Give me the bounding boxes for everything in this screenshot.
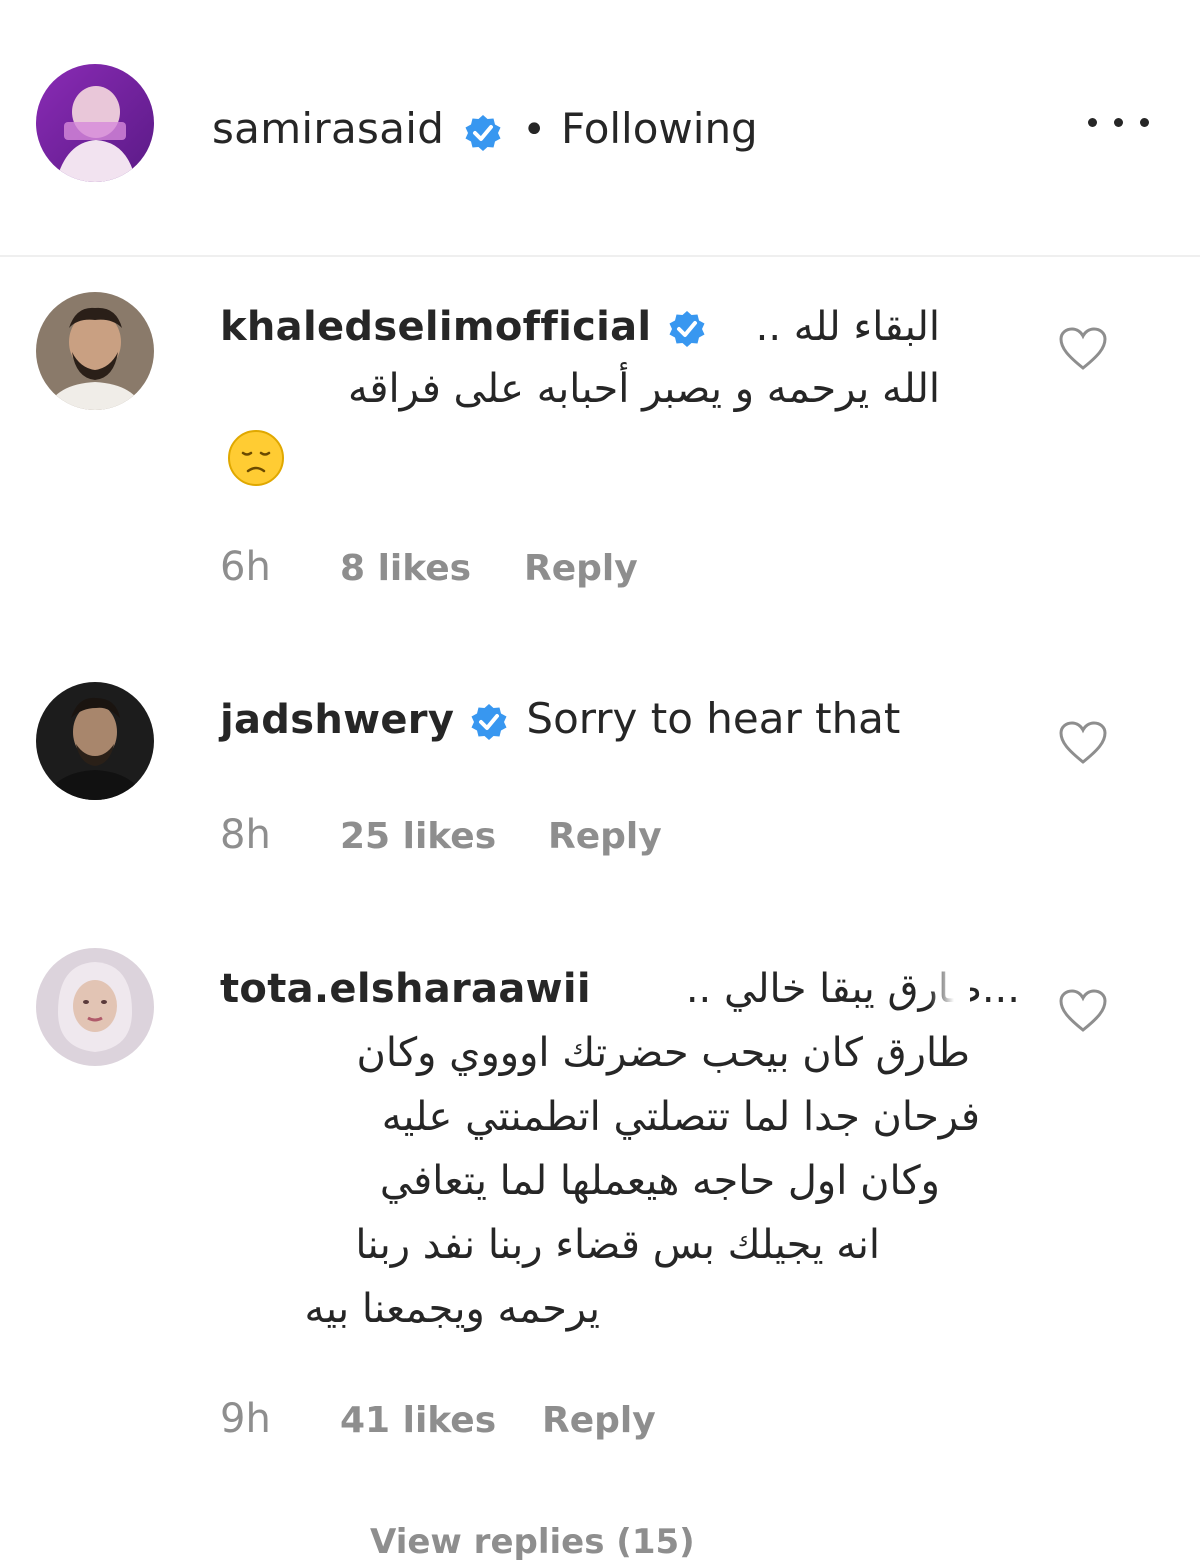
- header-title-row: samirasaid • Following: [212, 104, 758, 157]
- more-options-icon[interactable]: [1084, 108, 1154, 138]
- comment-text-line: وكان اول حاجه هيعملها لما يتعافي: [379, 1158, 940, 1204]
- post-header: samirasaid • Following: [0, 0, 1200, 256]
- comment-text: Sorry to hear that: [526, 694, 901, 743]
- comment-text-line: الله يرحمه و يصبر أحبابه على فراقه: [347, 366, 940, 412]
- comment-time: 8h: [220, 812, 271, 858]
- comment-likes[interactable]: 8 likes: [340, 548, 471, 589]
- verified-badge-icon: [469, 702, 509, 746]
- comment-likes[interactable]: 41 likes: [340, 1400, 496, 1441]
- separator-dot: •: [522, 107, 546, 153]
- avatar-khaledselimofficial[interactable]: [36, 292, 154, 410]
- avatar-jadshwery[interactable]: [36, 682, 154, 800]
- disappointed-face-emoji: [226, 428, 286, 488]
- reply-button[interactable]: Reply: [542, 1400, 656, 1441]
- reply-button[interactable]: Reply: [548, 816, 662, 857]
- comment-text-line: طارق كان بيحب حضرتك اوووي وكان: [356, 1030, 970, 1076]
- avatar-samirasaid[interactable]: [36, 64, 154, 182]
- verified-badge-icon: [463, 113, 503, 157]
- comment-text-line: البقاء لله ..: [755, 304, 940, 350]
- comment-username[interactable]: khaledselimofficial: [220, 304, 651, 350]
- comment-text-line: انه يجيلك بس قضاء ربنا نفد ربنا: [355, 1222, 880, 1268]
- header-username[interactable]: samirasaid: [212, 104, 444, 153]
- like-heart-icon[interactable]: [1058, 988, 1108, 1034]
- reply-button[interactable]: Reply: [524, 548, 638, 589]
- like-heart-icon[interactable]: [1058, 720, 1108, 766]
- comment-username[interactable]: jadshwery: [220, 697, 454, 743]
- comment-text-line: يرحمه ويجمعنا بيه: [304, 1286, 600, 1332]
- comment-1-header: khaledselimofficial: [220, 304, 707, 353]
- comment-text-line: فرحان جدا لما تتصلتي اتطمنتي عليه: [381, 1094, 980, 1140]
- header-divider: [0, 255, 1200, 257]
- comment-likes[interactable]: 25 likes: [340, 816, 496, 857]
- following-button[interactable]: Following: [561, 104, 758, 153]
- avatar-tota-elsharaawii[interactable]: [36, 948, 154, 1066]
- comment-2-header: jadshwery Sorry to hear that: [220, 694, 900, 746]
- comment-username[interactable]: tota.elsharaawii: [220, 966, 591, 1012]
- comment-3-header: tota.elsharaawii: [220, 966, 591, 1012]
- verified-badge-icon: [667, 309, 707, 353]
- view-replies-button[interactable]: View replies (15): [370, 1522, 695, 1562]
- comment-time: 6h: [220, 544, 271, 590]
- comment-time: 9h: [220, 1396, 271, 1442]
- like-heart-icon[interactable]: [1058, 326, 1108, 372]
